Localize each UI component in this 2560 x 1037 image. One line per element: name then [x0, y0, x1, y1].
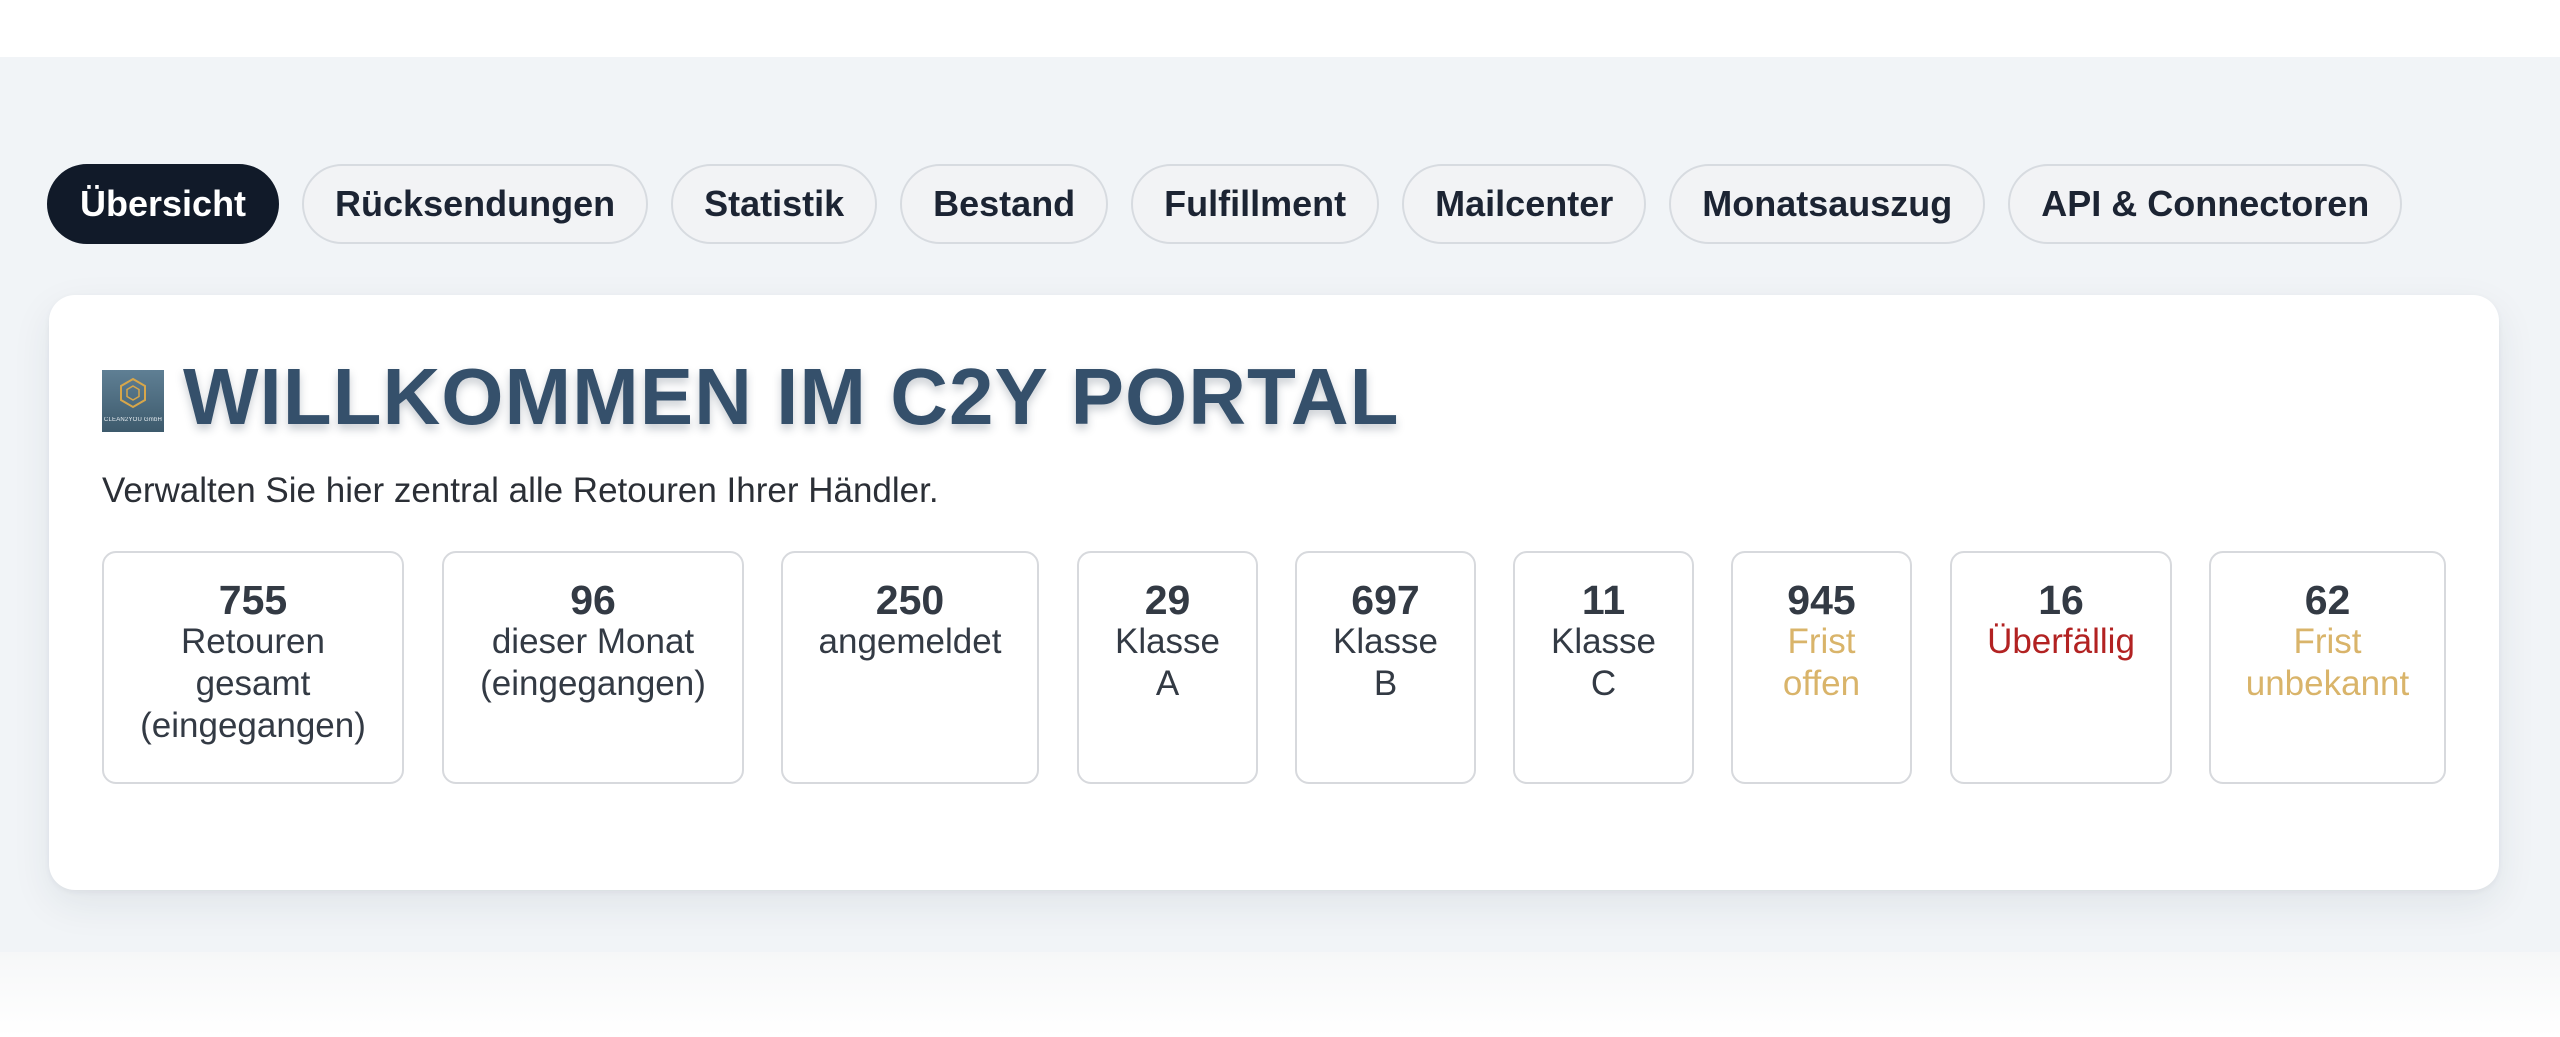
stat-value: 29 — [1144, 577, 1191, 623]
tab-bestand[interactable]: Bestand — [900, 164, 1109, 244]
stat-label: Klasse A — [1114, 622, 1221, 703]
tab-api-connectoren[interactable]: API & Connectoren — [2008, 164, 2403, 244]
tab-monatsauszug[interactable]: Monatsauszug — [1669, 164, 1986, 244]
stat-label: Retouren gesamt (eingegangen) — [140, 622, 366, 745]
stat-label: Klasse B — [1332, 622, 1439, 703]
stat-label: Frist offen — [1782, 622, 1861, 703]
stat-value: 250 — [875, 577, 945, 623]
stat-label: Frist unbekannt — [2245, 622, 2410, 703]
page-title: WILLKOMMEN IM C2Y PORTAL — [183, 352, 1400, 441]
stat-value: 755 — [218, 577, 288, 623]
stat-label: Klasse C — [1550, 622, 1657, 703]
stat-label: angemeldet — [818, 622, 1002, 661]
stat-ueberfaellig: 16 Überfällig — [1950, 551, 2172, 784]
company-logo: CLEAN2YOU GmbH — [102, 370, 164, 432]
stat-value: 11 — [1581, 577, 1626, 623]
stat-dieser-monat: 96 dieser Monat (eingegangen) — [442, 551, 744, 784]
stat-frist-unbekannt: 62 Frist unbekannt — [2209, 551, 2446, 784]
stat-value: 945 — [1787, 577, 1856, 623]
title-row: CLEAN2YOU GmbH WILLKOMMEN IM C2Y PORTAL — [102, 357, 1400, 437]
stat-klasse-a: 29 Klasse A — [1077, 551, 1258, 784]
tab-ruecksendungen[interactable]: Rücksendungen — [302, 164, 649, 244]
stat-label: Überfällig — [1987, 622, 2135, 661]
stat-label: dieser Monat (eingegangen) — [480, 622, 706, 703]
welcome-card: CLEAN2YOU GmbH WILLKOMMEN IM C2Y PORTAL … — [49, 295, 2499, 890]
logo-text: CLEAN2YOU GmbH — [103, 417, 163, 423]
page-subtitle: Verwalten Sie hier zentral alle Retouren… — [102, 471, 939, 510]
stat-klasse-b: 697 Klasse B — [1295, 551, 1476, 784]
page-footer-fade — [0, 952, 2560, 1037]
stat-value: 96 — [570, 577, 616, 623]
stat-frist-offen: 945 Frist offen — [1731, 551, 1912, 784]
stat-value: 62 — [2304, 577, 2351, 623]
tab-mailcenter[interactable]: Mailcenter — [1402, 164, 1647, 244]
tab-statistik[interactable]: Statistik — [671, 164, 878, 244]
stat-angemeldet: 250 angemeldet — [781, 551, 1039, 784]
stat-klasse-c: 11 Klasse C — [1513, 551, 1694, 784]
stat-value: 697 — [1351, 577, 1420, 623]
stat-retouren-gesamt: 755 Retouren gesamt (eingegangen) — [102, 551, 404, 784]
stat-value: 16 — [2038, 577, 2084, 623]
main-tab-bar: Übersicht Rücksendungen Statistik Bestan… — [47, 164, 2403, 244]
tab-fulfillment[interactable]: Fulfillment — [1131, 164, 1380, 244]
tab-uebersicht[interactable]: Übersicht — [47, 164, 280, 244]
